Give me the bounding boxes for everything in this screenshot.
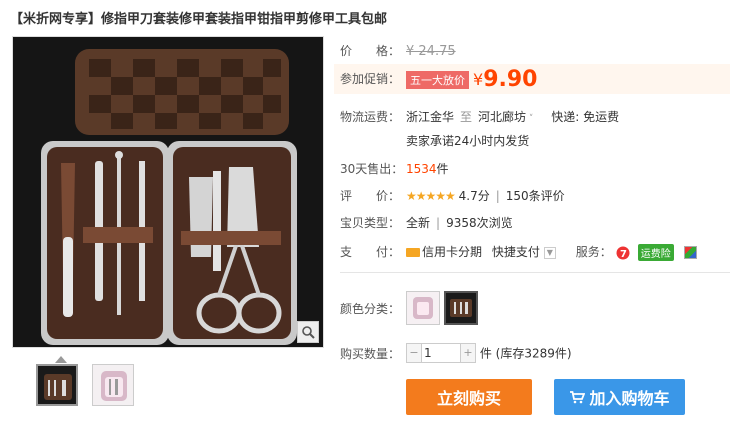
ship-to-select[interactable]: 河北廊坊: [478, 110, 526, 124]
payment-row: 支 付： 信用卡分期 快捷支付 ▼ 服务： 7 运费险: [340, 243, 697, 261]
color-swatch-pink[interactable]: [406, 291, 440, 325]
decrement-button[interactable]: −: [407, 344, 421, 362]
rating-stars-icon: ★★★★★: [406, 189, 456, 203]
manicure-kit-illustration: [13, 37, 323, 347]
logistics-separator: 至: [460, 110, 473, 124]
color-row: 颜色分类：: [340, 291, 482, 325]
quantity-label: 购买数量：: [340, 346, 401, 361]
increment-button[interactable]: +: [461, 344, 475, 362]
svg-text:7: 7: [620, 249, 627, 260]
payment-label: 支 付：: [340, 245, 401, 259]
color-label: 颜色分类：: [340, 301, 401, 316]
sales-count: 1534: [406, 162, 437, 176]
delivery-promise: 卖家承诺24小时内发货: [406, 134, 530, 148]
seven-day-return-icon[interactable]: 7: [616, 246, 630, 260]
zoom-icon[interactable]: [297, 321, 319, 343]
cart-icon: [570, 391, 586, 404]
payment-installment[interactable]: 信用卡分期: [422, 245, 482, 259]
product-title: 【米折网专享】修指甲刀套装修甲套装指甲钳指甲剪修甲工具包邮: [10, 12, 388, 27]
price-row: 价 格： ¥ 24.75: [340, 42, 456, 59]
original-price: ¥ 24.75: [406, 44, 456, 59]
add-to-cart-button[interactable]: 加入购物车: [554, 379, 685, 415]
promo-price: 9.90: [483, 67, 538, 92]
type-label: 宝贝类型：: [340, 216, 401, 230]
chevron-down-icon[interactable]: ▼: [543, 246, 556, 259]
quantity-stepper: −+: [406, 343, 476, 363]
add-to-cart-label: 加入购物车: [589, 389, 670, 408]
logistics-label: 物流运费：: [340, 110, 401, 124]
payment-quick[interactable]: 快捷支付: [492, 245, 540, 259]
quantity-row: 购买数量：−+ 件 (库存3289件): [340, 343, 572, 363]
thumbnail-indicator-icon: [55, 356, 67, 363]
condition: 全新: [406, 216, 431, 230]
promo-row: 参加促销： 五一大放价 ¥9.90: [340, 67, 537, 92]
thumbnail-brown-kit[interactable]: [36, 364, 78, 406]
buy-now-button[interactable]: 立刻购买: [406, 379, 532, 415]
price-label: 价 格：: [340, 44, 401, 58]
stock-info: 件 (库存3289件): [479, 346, 572, 361]
service-label: 服务：: [575, 245, 612, 259]
shipping-insurance-badge[interactable]: 运费险: [637, 244, 674, 261]
logistics-row: 物流运费： 浙江金华至河北廊坊 ˅ 快递: 免运费: [340, 108, 619, 125]
thumbnail-pink-kit[interactable]: [92, 364, 134, 406]
rating-row: 评 价： ★★★★★ 4.7分 | 150条评价: [340, 189, 565, 203]
sales-row: 30天售出： 1534件: [340, 160, 449, 177]
shipping-fee: 快递: 免运费: [551, 110, 620, 124]
promo-label: 参加促销：: [340, 72, 401, 86]
main-product-image[interactable]: [12, 36, 324, 348]
sales-label: 30天售出：: [340, 162, 404, 176]
rating-score: 4.7分: [458, 189, 490, 203]
ship-from: 浙江金华: [406, 110, 455, 124]
sales-unit: 件: [436, 162, 449, 176]
credit-card-icon: [406, 248, 420, 257]
promo-currency: ¥: [473, 70, 484, 89]
review-count-link[interactable]: 150条评价: [506, 189, 565, 203]
view-count: 9358次浏览: [446, 216, 513, 230]
quantity-input[interactable]: [421, 344, 461, 362]
promo-tag: 五一大放价: [406, 70, 469, 89]
type-row: 宝贝类型： 全新 | 9358次浏览: [340, 216, 513, 230]
color-swatch-brown[interactable]: [444, 291, 478, 325]
guarantee-icon[interactable]: [683, 246, 697, 259]
chevron-down-icon[interactable]: ˅: [526, 114, 534, 124]
divider: [340, 272, 730, 273]
thumbnail-list: [36, 364, 134, 406]
rating-label: 评 价：: [340, 189, 401, 203]
